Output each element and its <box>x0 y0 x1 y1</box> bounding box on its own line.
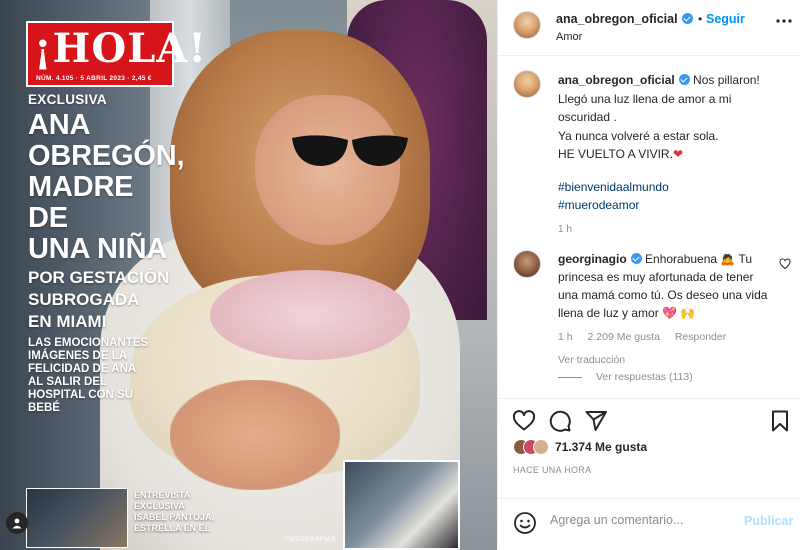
subhead-line: EN MIAMI <box>28 312 107 331</box>
comment-likes[interactable]: 2.209 Me gusta <box>588 331 660 343</box>
see-translation-link[interactable]: Ver traducción <box>558 351 773 369</box>
replies-line <box>558 376 582 378</box>
caption-line: Ya nunca volveré a estar sola. <box>558 128 719 143</box>
likes-number: 71.374 <box>555 440 592 454</box>
cover-hands <box>170 380 340 490</box>
comment-input[interactable] <box>550 513 730 527</box>
deck-line: AL SALIR DEL <box>28 376 108 388</box>
avatar[interactable] <box>513 70 541 98</box>
verified-icon <box>681 13 693 24</box>
comment-meta: 1 h 2.209 Me gusta Responder <box>558 328 773 346</box>
inset-line: ENTREVISTA <box>134 490 191 500</box>
avatar[interactable] <box>513 250 541 278</box>
hola-logo-text: ¡HOLA! <box>34 25 207 72</box>
deck-line: LAS EMOCIONANTES <box>28 337 149 349</box>
view-replies-link[interactable]: Ver respuestas (113) <box>558 371 693 383</box>
comment-username[interactable]: georginagio <box>558 252 627 266</box>
comment-like-icon[interactable] <box>779 258 791 270</box>
likes-row[interactable]: 71.374 Me gusta <box>513 439 647 455</box>
issue-line: NÚM. 4.105 · 5 ABRIL 2023 · 2,45 € <box>36 75 152 82</box>
cover-baby <box>210 270 410 360</box>
subhead-line: POR GESTACIÓN <box>28 268 170 287</box>
deck-line: HOSPITAL CON SU <box>28 389 133 401</box>
headline-line: ANA <box>28 109 91 141</box>
cover-headline: EXCLUSIVA ANA OBREGÓN, MADRE DE UNA NIÑA… <box>28 92 185 415</box>
headline-line: OBREGÓN, <box>28 140 185 172</box>
cover-inset-photo-right <box>343 460 460 550</box>
hola-logo: ¡HOLA! NÚM. 4.105 · 5 ABRIL 2023 · 2,45 … <box>26 21 206 87</box>
add-comment-bar: Publicar <box>498 498 800 550</box>
likes-count[interactable]: 71.374 Me gusta <box>555 440 647 454</box>
sunglasses-shape <box>292 135 408 166</box>
photo-credit: FOTOGRAFÍAS <box>285 536 336 543</box>
header-username-row: ana_obregon_oficial <box>556 12 693 26</box>
like-heart-icon[interactable] <box>512 409 536 433</box>
avatar[interactable] <box>513 11 541 39</box>
caption-body: ana_obregon_oficial Nos pillaron! Llegó … <box>558 71 793 239</box>
liker-avatar <box>533 439 549 455</box>
view-replies-label[interactable]: Ver respuestas (113) <box>596 371 693 383</box>
likes-suffix: Me gusta <box>595 440 648 454</box>
post-panel: ana_obregon_oficial • Seguir Amor ana_ob… <box>497 0 800 550</box>
inset-line: ESTRELLA EN EL <box>134 523 211 533</box>
post-header: ana_obregon_oficial • Seguir Amor <box>498 0 800 56</box>
follow-button[interactable]: Seguir <box>706 12 745 26</box>
heart-emoji: ❤ <box>672 147 683 161</box>
deck-line: BEBÉ <box>28 402 60 414</box>
deck-line: FELICIDAD DE ANA <box>28 363 137 375</box>
save-bookmark-icon[interactable] <box>768 409 792 433</box>
more-horizontal-icon[interactable] <box>775 11 793 27</box>
deck-line: IMÁGENES DE LA <box>28 350 128 362</box>
inset-line: EXCLUSIVA <box>134 501 185 511</box>
reply-button[interactable]: Responder <box>675 331 726 343</box>
caption-timestamp: 1 h <box>558 223 572 235</box>
verified-icon <box>678 74 690 85</box>
hashtag-link[interactable]: #muerodeamor <box>558 196 793 215</box>
post-subtitle[interactable]: Amor <box>556 31 582 43</box>
share-paper-plane-icon[interactable] <box>584 409 608 433</box>
post-image[interactable]: ¡HOLA! NÚM. 4.105 · 5 ABRIL 2023 · 2,45 … <box>0 0 497 550</box>
comment-time: 1 h <box>558 331 573 343</box>
subhead-line: SUBROGADA <box>28 290 140 309</box>
caption-line: Llegó una luz llena de amor a mi <box>558 91 732 106</box>
comment-body: georginagio Enhorabuena 🙇 Tu princesa es… <box>558 250 773 369</box>
separator-dot: • <box>698 12 703 26</box>
headline-line: UNA NIÑA <box>28 233 168 265</box>
cover-kicker: EXCLUSIVA <box>28 92 107 107</box>
cover-inset-photo-left <box>26 488 128 548</box>
user-tag-icon[interactable] <box>6 512 28 534</box>
headline-line: MADRE DE <box>28 171 134 234</box>
caption-line: HE VUELTO A VIVIR. <box>558 147 673 161</box>
caption-line: oscuridad . <box>558 110 617 124</box>
cover-inset-text: ENTREVISTA EXCLUSIVA ISABEL PANTOJA, EST… <box>134 490 214 534</box>
person-icon <box>12 518 22 529</box>
post-actions: 71.374 Me gusta HACE UNA HORA <box>498 398 800 498</box>
author-username[interactable]: ana_obregon_oficial <box>556 12 678 26</box>
verified-icon <box>630 253 642 264</box>
comment-bubble-icon[interactable] <box>548 409 572 433</box>
publish-button[interactable]: Publicar <box>744 514 793 528</box>
inset-line: ISABEL PANTOJA, <box>134 512 215 522</box>
caption-username[interactable]: ana_obregon_oficial <box>558 73 675 87</box>
caption-text-first: Nos pillaron! <box>693 73 760 87</box>
hashtag-link[interactable]: #bienvenidaalmundo <box>558 178 793 197</box>
post-timestamp[interactable]: HACE UNA HORA <box>513 465 591 475</box>
emoji-icon[interactable] <box>513 511 537 535</box>
